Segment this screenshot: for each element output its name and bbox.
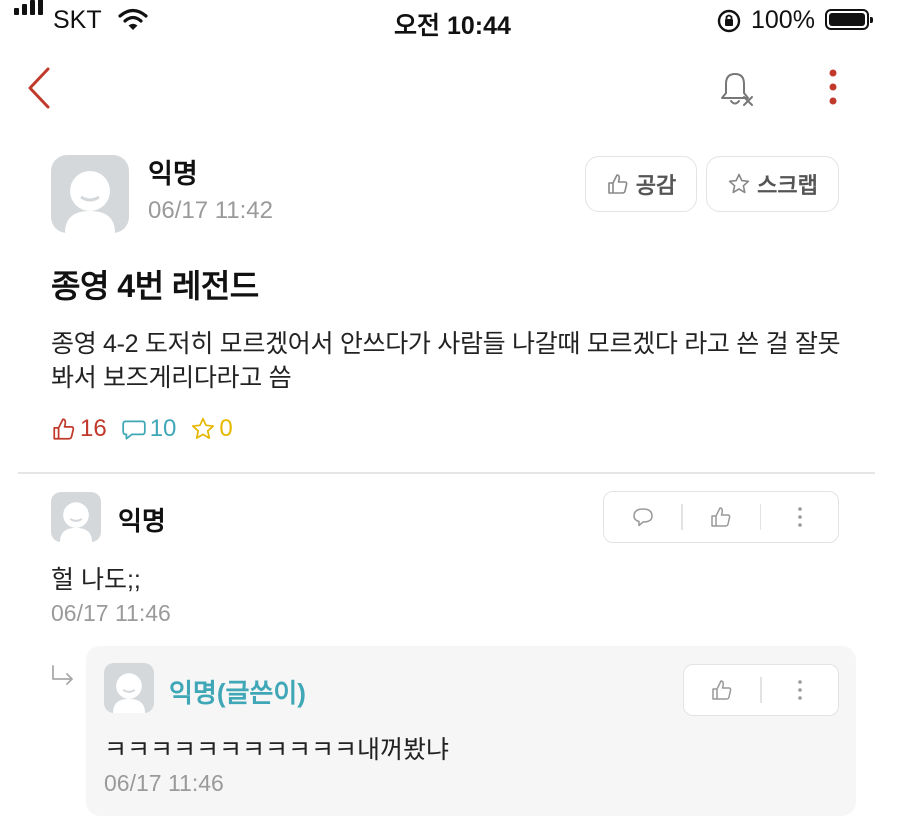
scrap-button[interactable]: 스크랩	[706, 156, 839, 212]
comment-like-button[interactable]	[683, 492, 760, 542]
like-count: 16	[80, 415, 107, 442]
status-bar: SKT 오전 10:44 100%	[0, 0, 905, 44]
comment-count: 10	[149, 415, 177, 442]
like-count-stat: 16	[51, 415, 107, 443]
scrap-count-stat: 0	[190, 415, 233, 443]
like-button[interactable]: 공감	[585, 156, 697, 212]
comment-text: 헐 나도;;	[51, 566, 141, 594]
star-icon	[192, 417, 215, 439]
bell-off-icon[interactable]	[716, 70, 758, 110]
reply-like-button[interactable]	[684, 665, 760, 715]
post-title: 종영 4번 레전드	[51, 268, 259, 304]
back-chevron-icon[interactable]	[26, 66, 52, 110]
reply-arrow-icon	[52, 665, 73, 685]
reply-more-button[interactable]	[762, 665, 838, 715]
comment-author: 익명	[118, 506, 166, 536]
vertical-dots-icon	[798, 680, 802, 700]
reply-action-bar	[683, 664, 839, 716]
reply-avatar	[104, 663, 154, 713]
reply-button[interactable]	[604, 492, 681, 542]
comment-count-stat: 10	[121, 415, 177, 443]
comment-avatar	[51, 492, 101, 542]
post-stats: 16 10 0	[51, 414, 247, 444]
reply-text: ㅋㅋㅋㅋㅋㅋㅋㅋㅋㅋㅋ내꺼봤냐	[104, 736, 450, 764]
comment-action-bar	[603, 491, 839, 543]
scrap-button-label: 스크랩	[757, 173, 818, 198]
post-timestamp: 06/17 11:42	[148, 197, 274, 224]
post-avatar	[51, 155, 129, 233]
more-options-icon[interactable]	[826, 68, 840, 108]
divider	[18, 472, 875, 474]
post-body: 종영 4-2 도저히 모르겠어서 안쓰다가 사람들 나갈때 모르겠다 라고 쓴 …	[51, 330, 841, 392]
comment-timestamp: 06/17 11:46	[51, 600, 171, 626]
thumbs-up-icon	[53, 418, 75, 440]
speech-bubble-icon	[122, 420, 146, 440]
default-avatar-icon	[65, 171, 115, 233]
post-author: 익명	[148, 159, 198, 189]
thumbs-up-icon	[711, 507, 731, 527]
like-button-label: 공감	[635, 173, 677, 198]
battery-percent: 100%	[751, 6, 815, 34]
rotation-lock-icon	[717, 9, 741, 33]
reply-timestamp: 06/17 11:46	[104, 770, 224, 796]
star-icon	[728, 173, 750, 194]
thumbs-up-icon	[607, 174, 628, 194]
default-avatar-icon	[112, 673, 146, 713]
default-avatar-icon	[59, 502, 93, 542]
reply-author: 익명(글쓴이)	[169, 678, 306, 708]
speech-bubble-icon	[632, 508, 653, 527]
scrap-count: 0	[219, 415, 233, 442]
comment-more-button[interactable]	[761, 492, 838, 542]
thumbs-up-icon	[712, 680, 732, 700]
battery-icon	[825, 9, 873, 30]
vertical-dots-icon	[797, 507, 802, 527]
